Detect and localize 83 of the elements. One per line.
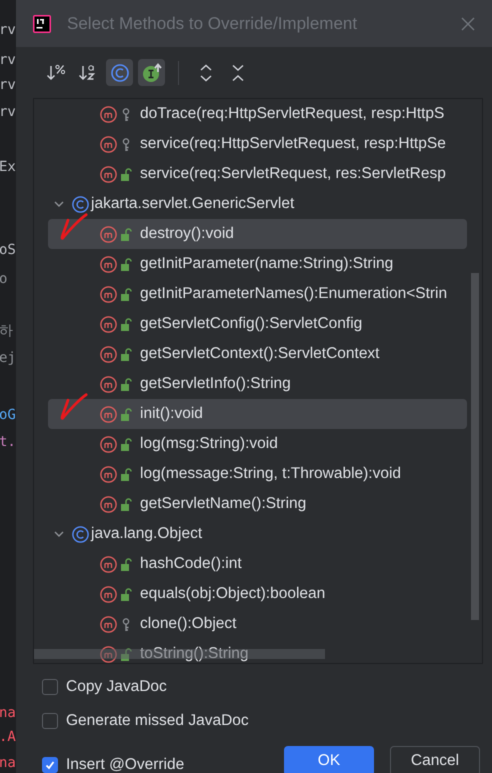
checkbox[interactable] [42, 757, 58, 773]
checkbox-label: Copy JavaDoc [66, 678, 167, 696]
method-icon [100, 316, 117, 332]
checkmark-icon [44, 759, 56, 771]
method-icon [100, 616, 117, 632]
method-signature: getInitParameter(name:String):String [140, 254, 394, 274]
method-icon [100, 136, 117, 152]
code-fragment: rv [0, 21, 16, 39]
ok-button[interactable]: OK [284, 746, 374, 773]
method-row[interactable]: init():void [48, 399, 467, 429]
class-icon [72, 526, 89, 542]
method-signature: service(req:HttpServletRequest, resp:HttpSe [140, 134, 446, 154]
vertical-scrollbar[interactable] [471, 273, 479, 620]
method-signature: clone():Object [140, 614, 236, 634]
method-icon [100, 226, 117, 242]
code-fragment: Ex [0, 158, 16, 176]
method-icon [100, 466, 117, 482]
app-logo-icon [33, 14, 51, 32]
method-row[interactable]: doTrace(req:HttpServletRequest, resp:HttpS [48, 99, 467, 129]
method-icon [100, 256, 117, 272]
method-icon [100, 646, 117, 662]
method-icon [100, 166, 117, 182]
method-row[interactable]: log(message:String, t:Throwable):void [48, 459, 467, 489]
method-signature: getInitParameterNames():Enumeration<Strin [140, 284, 448, 304]
method-row[interactable]: service(req:ServletRequest, res:ServletResp [48, 159, 467, 189]
method-row[interactable]: getServletContext():ServletContext [48, 339, 467, 369]
checkbox-label: Insert @Override [66, 756, 184, 773]
checkbox[interactable] [42, 713, 58, 729]
method-row[interactable]: clone():Object [48, 609, 467, 639]
code-fragment: na [0, 704, 16, 722]
method-signature: getServletConfig():ServletConfig [140, 314, 362, 334]
method-icon [100, 496, 117, 512]
method-icon [100, 346, 117, 362]
method-row[interactable]: getServletConfig():ServletConfig [48, 309, 467, 339]
method-signature: log(msg:String):void [140, 434, 278, 454]
checkbox[interactable] [42, 679, 58, 695]
method-signature: service(req:ServletRequest, res:ServletResp [140, 164, 446, 184]
method-signature: init():void [140, 404, 203, 424]
code-fragment: oS [0, 241, 16, 259]
method-row[interactable]: service(req:HttpServletRequest, resp:HttpSe [48, 129, 467, 159]
class-icon [72, 196, 89, 212]
window-title: Select Methods to Override/Implement [67, 14, 358, 34]
method-signature: getServletContext():ServletContext [140, 344, 380, 364]
method-row[interactable]: getServletInfo():String [48, 369, 467, 399]
code-fragment: oG [0, 406, 16, 424]
method-signature: getServletName():String [140, 494, 306, 514]
class-row[interactable]: jakarta.servlet.GenericServlet [48, 189, 467, 219]
method-row[interactable]: equals(obj:Object):boolean [48, 579, 467, 609]
method-signature: hashCode():int [140, 554, 242, 574]
code-fragment: rv [0, 76, 16, 94]
code-fragment: rv [0, 51, 16, 69]
method-row[interactable]: getInitParameterNames():Enumeration<Strin [48, 279, 467, 309]
interface-filter-icon[interactable] [138, 59, 165, 86]
code-fragment: t. [0, 433, 16, 451]
code-fragment: ej [0, 349, 16, 367]
method-signature: equals(obj:Object):boolean [140, 584, 326, 604]
method-icon [100, 376, 117, 392]
method-signature: toString():String [140, 644, 249, 663]
class-name: java.lang.Object [91, 524, 202, 544]
code-fragment: rv [0, 103, 16, 121]
method-icon [100, 556, 117, 572]
method-icon [100, 586, 117, 602]
method-row[interactable]: destroy():void [48, 219, 467, 249]
method-icon [100, 406, 117, 422]
method-icon [100, 286, 117, 302]
class-name: jakarta.servlet.GenericServlet [91, 194, 294, 214]
code-fragment: o [0, 270, 8, 288]
class-row[interactable]: java.lang.Object [48, 519, 467, 549]
method-icon [100, 106, 117, 122]
class-filter-icon[interactable] [106, 59, 133, 86]
method-row[interactable]: hashCode():int [48, 549, 467, 579]
method-row[interactable]: log(msg:String):void [48, 429, 467, 459]
method-row[interactable]: getInitParameter(name:String):String [48, 249, 467, 279]
method-signature: getServletInfo():String [140, 374, 291, 394]
method-signature: destroy():void [140, 224, 234, 244]
method-signature: doTrace(req:HttpServletRequest, resp:HttpS [140, 104, 444, 124]
code-fragment: .A [0, 728, 16, 746]
code-fragment: na [0, 754, 16, 772]
method-icon [100, 436, 117, 452]
checkbox-label: Generate missed JavaDoc [66, 712, 249, 730]
cancel-button[interactable]: Cancel [390, 746, 480, 773]
method-signature: log(message:String, t:Throwable):void [140, 464, 402, 484]
method-row[interactable]: getServletName():String [48, 489, 467, 519]
